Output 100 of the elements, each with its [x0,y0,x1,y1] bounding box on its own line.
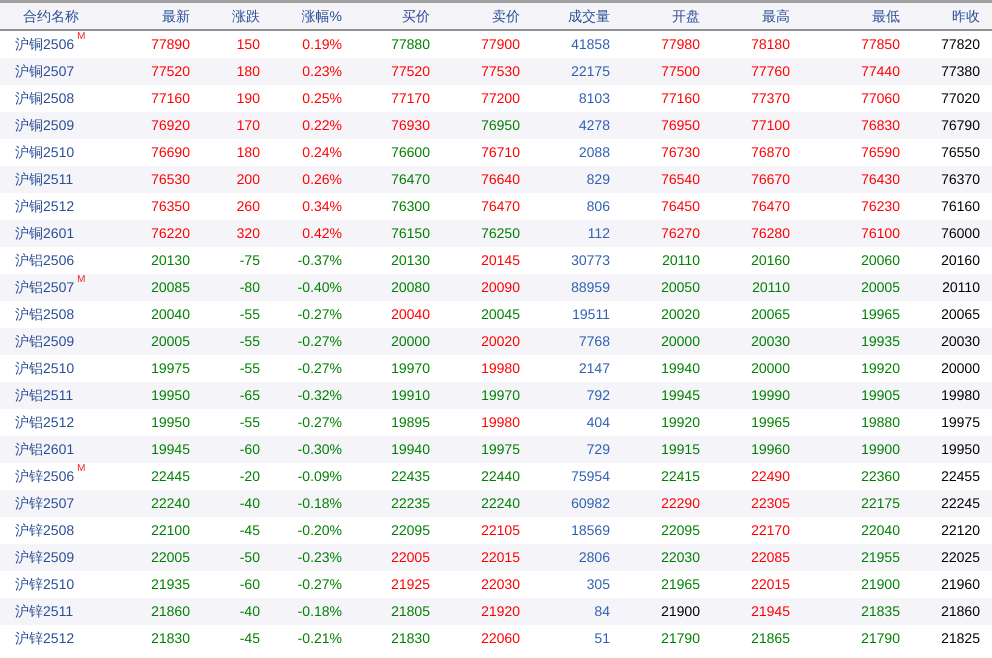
table-cell-text: 22100 [150,521,190,540]
table-cell-text: 0.22% [301,116,342,135]
table-cell-text: -40 [238,602,260,621]
contract-name[interactable]: 沪铜2507 [15,61,74,82]
table-cell-text: 2806 [578,548,610,567]
contract-name[interactable]: 沪铝2510 [15,358,74,379]
column-header[interactable]: 最新 [110,6,190,26]
contract-name[interactable]: 沪锌2509 [15,547,74,568]
contract-name[interactable]: 沪铜2510 [15,142,74,163]
table-cell-text: -60 [238,575,260,594]
contract-name[interactable]: 沪铜2601 [15,223,74,244]
table-cell-text: 76870 [750,143,790,162]
table-cell-text: 0.26% [301,170,342,189]
column-header[interactable]: 卖价 [430,6,520,26]
table-cell-text: 77200 [480,89,520,108]
column-header[interactable]: 涨跌 [190,6,260,26]
contract-name[interactable]: 沪锌2508 [15,520,74,541]
table-cell-text: 76930 [390,116,430,135]
table-cell-text: -55 [238,305,260,324]
table-cell-text: 22095 [390,521,430,540]
table-cell-text: 21900 [660,602,700,621]
column-header[interactable]: 开盘 [610,6,700,26]
table-cell-text: 76830 [860,116,900,135]
table-cell-text: 20000 [750,359,790,378]
table-cell-text: 19980 [940,386,980,405]
column-header[interactable]: 昨收 [900,6,980,26]
table-cell-text: 20005 [150,332,190,351]
contract-name[interactable]: 沪铜2506 [15,34,74,55]
table-cell-text: 21935 [150,575,190,594]
table-cell-text: 19970 [480,386,520,405]
table-cell-text: 76950 [660,116,700,135]
table-cell-text: 84 [593,602,610,621]
table-cell-text: 76100 [860,224,900,243]
table-cell-text: -0.27% [296,575,342,594]
table-cell-text: -20 [238,467,260,486]
table-cell-text: 20065 [940,305,980,324]
table-cell-text: 77760 [750,62,790,81]
table-cell-text: 20060 [860,251,900,270]
contract-name[interactable]: 沪铜2509 [15,115,74,136]
table-cell-text: -75 [238,251,260,270]
contract-name[interactable]: 沪锌2512 [15,628,74,649]
contract-name[interactable]: 沪铝2508 [15,304,74,325]
table-cell-text: 76280 [750,224,790,243]
table-cell-text: 20110 [661,251,700,270]
table-cell-text: -55 [238,413,260,432]
table-cell-text: 76550 [940,143,980,162]
column-header[interactable]: 涨幅% [260,6,342,26]
contract-name[interactable]: 沪锌2510 [15,574,74,595]
column-header[interactable]: 最高 [700,6,790,26]
table-cell-text: 77060 [860,89,900,108]
contract-name[interactable]: 沪锌2506 [15,466,74,487]
table-cell-text: 20000 [390,332,430,351]
table-cell-text: 19965 [750,413,790,432]
contract-name[interactable]: 沪铝2601 [15,439,74,460]
table-cell-text: 41858 [570,35,610,54]
table-cell-text: 22105 [480,521,520,540]
contract-name[interactable]: 沪锌2511 [15,601,74,622]
column-header[interactable]: 成交量 [520,6,610,26]
table-cell-text: 22060 [480,629,520,648]
table-cell-text: 0.23% [301,62,342,81]
column-header[interactable]: 最低 [790,6,900,26]
table-cell-text: 404 [586,413,610,432]
contract-name[interactable]: 沪锌2507 [15,493,74,514]
table-cell-text: 76470 [390,170,430,189]
contract-name[interactable]: 沪铜2512 [15,196,74,217]
table-cell-text: -55 [238,332,260,351]
contract-name[interactable]: 沪铝2512 [15,412,74,433]
contract-name[interactable]: 沪铝2509 [15,331,74,352]
column-header[interactable]: 买价 [342,6,430,26]
table-cell-text: 20045 [480,305,520,324]
contract-name[interactable]: 沪铝2506 [15,250,74,271]
table-cell-text: 150 [236,35,260,54]
table-cell-text: 112 [586,224,610,243]
table-cell-text: 19905 [860,386,900,405]
table-cell-text: 19880 [860,413,900,432]
table-cell-text: -0.18% [296,494,342,513]
table-cell-text: 19900 [860,440,900,459]
table-cell-text: 76600 [390,143,430,162]
table-cell-text: 20160 [940,251,980,270]
table-cell-text: 22015 [480,548,520,567]
table-cell-text: 51 [593,629,610,648]
table-cell-text: 19945 [660,386,700,405]
table-cell-text: 21790 [860,629,900,648]
contract-name[interactable]: 沪铝2507 [15,277,74,298]
table-cell-text: 76470 [750,197,790,216]
table-cell-text: 21945 [750,602,790,621]
column-header[interactable]: 合约名称 [0,6,110,26]
table-cell-text: 77440 [860,62,900,81]
table-cell-text: -50 [238,548,260,567]
table-cell-text: 77520 [390,62,430,81]
contract-name[interactable]: 沪铝2511 [15,385,74,406]
table-cell-text: 76730 [660,143,700,162]
table-cell-text: 19975 [150,359,190,378]
table-cell-text: 729 [586,440,610,459]
contract-name[interactable]: 沪铜2508 [15,88,74,109]
table-cell-text: -0.30% [296,440,342,459]
contract-name[interactable]: 沪铜2511 [15,169,74,190]
table-cell-text: 180 [236,62,260,81]
table-cell-text: 19935 [860,332,900,351]
table-cell-text: 22170 [750,521,790,540]
